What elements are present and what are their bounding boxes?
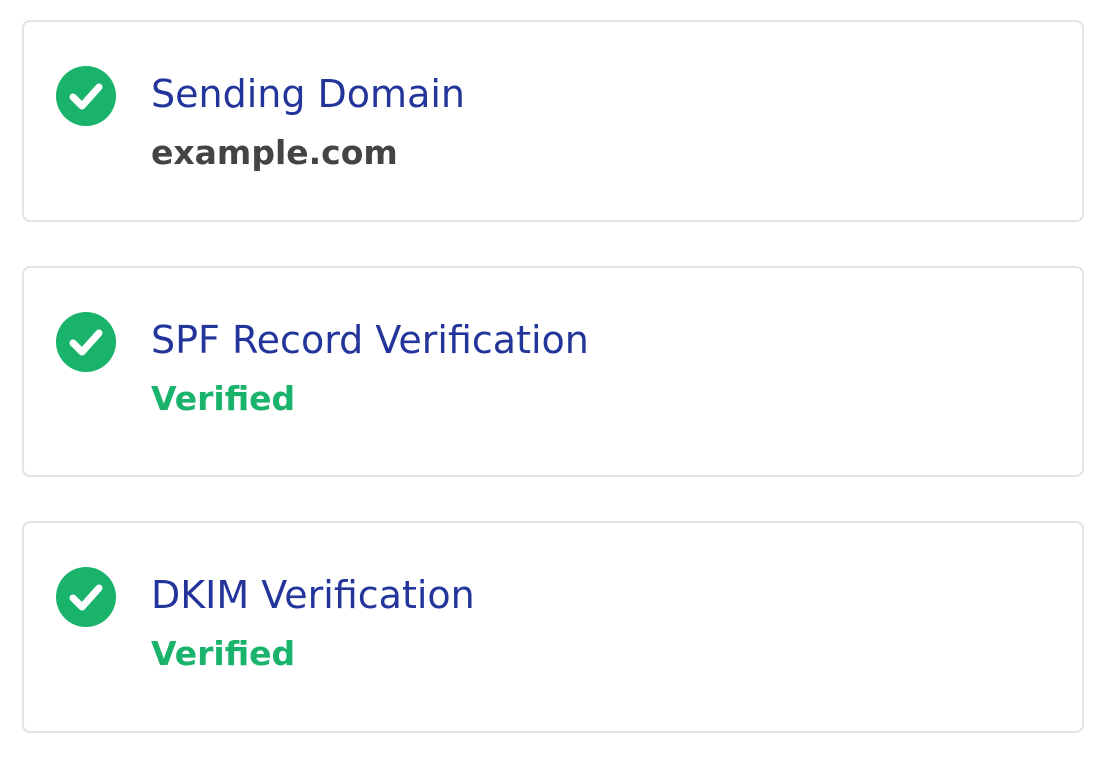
card-title: SPF Record Verification [151, 318, 589, 362]
status-text: Verified [151, 379, 296, 418]
spf-verification-card: SPF Record Verification Verified [22, 266, 1084, 477]
sending-domain-card: Sending Domain example.com [22, 20, 1084, 222]
sending-domain-value: example.com [151, 133, 398, 172]
status-text: Verified [151, 634, 296, 673]
card-title: Sending Domain [151, 72, 466, 116]
check-circle-icon [56, 312, 116, 372]
dkim-verification-card: DKIM Verification Verified [22, 521, 1084, 733]
card-title: DKIM Verification [151, 573, 475, 617]
check-circle-icon [56, 567, 116, 627]
check-circle-icon [56, 66, 116, 126]
